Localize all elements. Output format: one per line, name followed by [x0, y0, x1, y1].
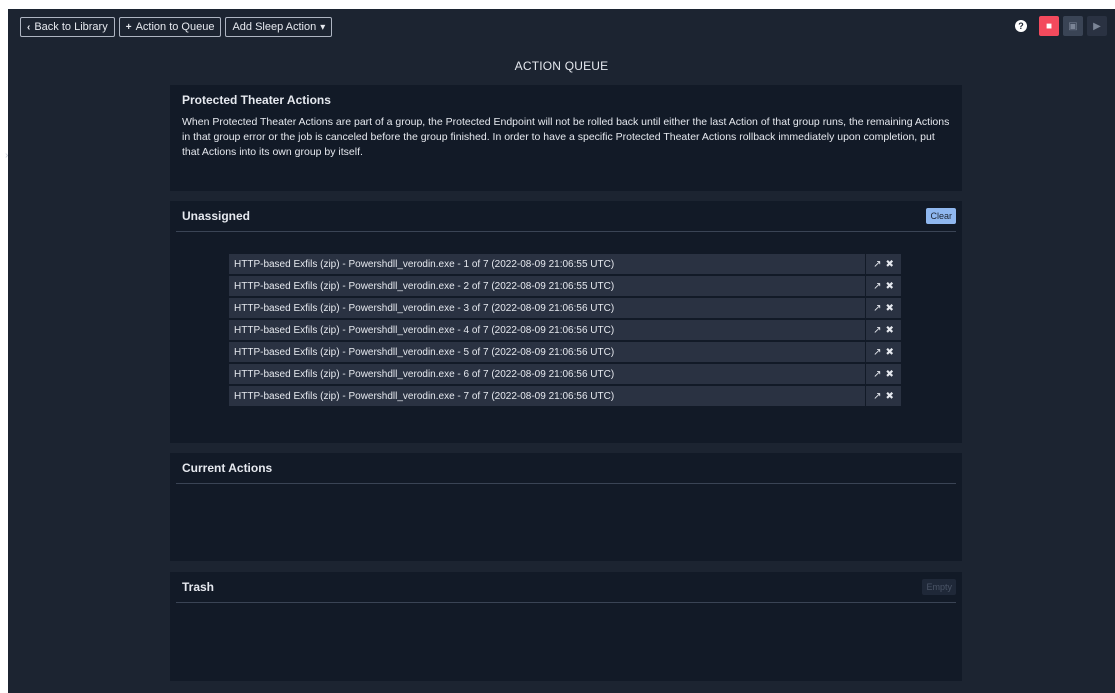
action-tools: ↗ ✖	[866, 254, 901, 274]
current-actions-panel: Current Actions	[170, 453, 962, 561]
trash-icon: ■	[1045, 20, 1053, 32]
action-to-queue-button[interactable]: + Action to Queue	[118, 17, 222, 37]
close-icon[interactable]: ✖	[886, 259, 894, 270]
action-tools: ↗ ✖	[866, 386, 901, 406]
close-icon[interactable]: ✖	[886, 303, 894, 314]
action-tools: ↗ ✖	[866, 342, 901, 362]
clear-button[interactable]: Clear	[926, 208, 956, 224]
chevron-left-icon: ‹	[27, 21, 31, 33]
delete-button[interactable]: ■	[1039, 16, 1059, 36]
window-left-border	[0, 0, 8, 693]
page-title: ACTION QUEUE	[514, 59, 609, 73]
action-label: HTTP-based Exfils (zip) - Powershdll_ver…	[229, 254, 865, 274]
action-row[interactable]: HTTP-based Exfils (zip) - Powershdll_ver…	[229, 364, 901, 384]
unassigned-action-list: HTTP-based Exfils (zip) - Powershdll_ver…	[229, 254, 901, 408]
action-to-queue-label: Action to Queue	[135, 21, 215, 33]
action-tools: ↗ ✖	[866, 364, 901, 384]
action-row[interactable]: HTTP-based Exfils (zip) - Powershdll_ver…	[229, 254, 901, 274]
external-link-icon[interactable]: ↗	[873, 281, 881, 292]
caret-down-icon: ▾	[320, 21, 326, 33]
unassigned-panel: Unassigned Clear HTTP-based Exfils (zip)…	[170, 201, 962, 443]
action-label: HTTP-based Exfils (zip) - Powershdll_ver…	[229, 298, 865, 318]
sleep-label: Add Sleep Action	[232, 21, 317, 33]
panel-header: Current Actions	[176, 453, 956, 484]
toolbar: ‹ Back to Library + Action to Queue Add …	[20, 17, 333, 37]
action-row[interactable]: HTTP-based Exfils (zip) - Powershdll_ver…	[229, 298, 901, 318]
save-button[interactable]: ▣	[1063, 16, 1083, 36]
trash-panel: Trash Empty	[170, 572, 962, 681]
panel-title: Trash	[182, 580, 215, 594]
external-link-icon[interactable]: ↗	[873, 303, 881, 314]
run-button[interactable]: ▶	[1087, 16, 1107, 36]
action-row[interactable]: HTTP-based Exfils (zip) - Powershdll_ver…	[229, 320, 901, 340]
external-link-icon[interactable]: ↗	[873, 347, 881, 358]
close-icon[interactable]: ✖	[886, 281, 894, 292]
close-icon[interactable]: ✖	[886, 325, 894, 336]
action-row[interactable]: HTTP-based Exfils (zip) - Powershdll_ver…	[229, 342, 901, 362]
action-row[interactable]: HTTP-based Exfils (zip) - Powershdll_ver…	[229, 276, 901, 296]
action-label: HTTP-based Exfils (zip) - Powershdll_ver…	[229, 320, 865, 340]
panel-title: Current Actions	[182, 461, 273, 475]
panel-header: Trash Empty	[176, 572, 956, 603]
right-toolbar: ? ■ ▣ ▶	[1015, 16, 1107, 36]
action-row[interactable]: HTTP-based Exfils (zip) - Powershdll_ver…	[229, 386, 901, 406]
question-circle-icon[interactable]: ?	[1015, 20, 1027, 32]
protected-description: When Protected Theater Actions are part …	[182, 116, 950, 158]
action-label: HTTP-based Exfils (zip) - Powershdll_ver…	[229, 386, 865, 406]
action-label: HTTP-based Exfils (zip) - Powershdll_ver…	[229, 276, 865, 296]
play-icon: ▶	[1093, 20, 1101, 32]
panel-header: Unassigned Clear	[176, 201, 956, 232]
external-link-icon[interactable]: ↗	[873, 325, 881, 336]
panel-title: Unassigned	[182, 209, 251, 223]
side-expand-icon[interactable]: ›	[5, 151, 13, 161]
external-link-icon[interactable]: ↗	[873, 391, 881, 402]
floppy-disk-icon: ▣	[1068, 20, 1078, 32]
close-icon[interactable]: ✖	[886, 369, 894, 380]
external-link-icon[interactable]: ↗	[873, 259, 881, 270]
close-icon[interactable]: ✖	[886, 347, 894, 358]
close-icon[interactable]: ✖	[886, 391, 894, 402]
action-label: HTTP-based Exfils (zip) - Powershdll_ver…	[229, 342, 865, 362]
back-label: Back to Library	[34, 21, 108, 33]
protected-theater-panel: Protected Theater Actions When Protected…	[170, 85, 962, 191]
empty-trash-button[interactable]: Empty	[922, 579, 956, 595]
add-sleep-action-dropdown[interactable]: Add Sleep Action ▾	[225, 17, 333, 37]
panel-header: Protected Theater Actions	[176, 85, 956, 115]
action-tools: ↗ ✖	[866, 320, 901, 340]
action-label: HTTP-based Exfils (zip) - Powershdll_ver…	[229, 364, 865, 384]
app-window: › ‹ Back to Library + Action to Queue Ad…	[5, 9, 1115, 693]
action-tools: ↗ ✖	[866, 298, 901, 318]
back-to-library-button[interactable]: ‹ Back to Library	[20, 17, 115, 37]
action-tools: ↗ ✖	[866, 276, 901, 296]
plus-icon: +	[125, 21, 132, 33]
panel-title: Protected Theater Actions	[182, 93, 331, 107]
external-link-icon[interactable]: ↗	[873, 369, 881, 380]
